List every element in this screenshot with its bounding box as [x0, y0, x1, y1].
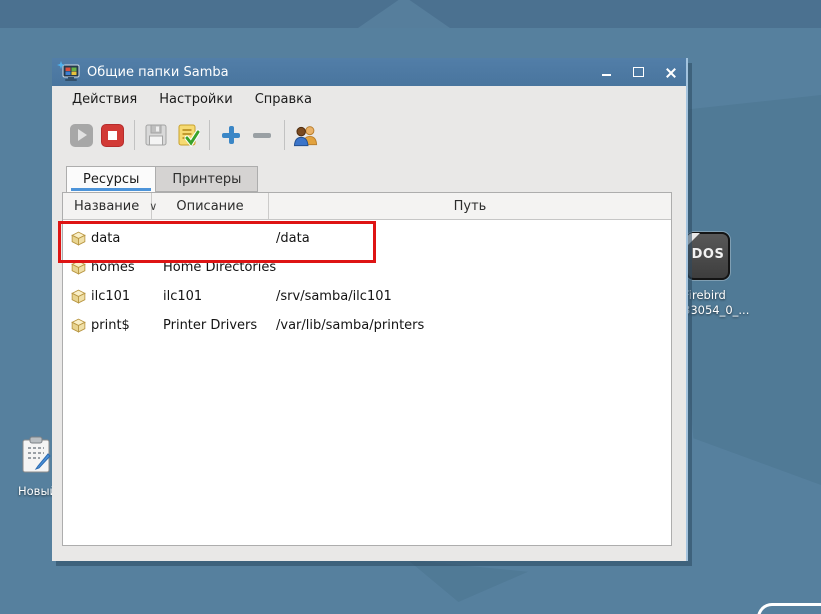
menu-bar: Действия Настройки Справка — [52, 86, 686, 113]
dos-file-icon[interactable]: DOS — [686, 232, 730, 280]
desktop-icon-label: Firebird — [683, 288, 726, 302]
share-description: ilc101 — [163, 289, 203, 304]
start-service-button[interactable] — [68, 122, 94, 148]
remove-share-button[interactable] — [249, 122, 275, 148]
samba-users-button[interactable] — [293, 122, 319, 148]
table-row-ilc101[interactable]: ilc101 ilc101 /srv/samba/ilc101 — [63, 282, 671, 311]
column-label: Название — [74, 198, 140, 214]
page-fold-icon — [687, 233, 700, 246]
window-title: Общие папки Samba — [87, 64, 229, 80]
play-icon — [69, 123, 93, 147]
users-icon — [293, 126, 318, 147]
menu-actions[interactable]: Действия — [61, 87, 148, 112]
stop-icon — [100, 123, 124, 147]
share-box-icon — [71, 289, 86, 304]
close-button[interactable] — [662, 64, 678, 80]
column-label: Описание — [176, 198, 244, 214]
tab-resources[interactable]: Ресурсы — [66, 166, 157, 192]
minus-icon — [253, 132, 271, 138]
toolbar-separator — [134, 120, 135, 150]
note-check-icon — [178, 124, 200, 147]
desktop: DOS Firebird 33054_0_... Новый ф Общие п… — [0, 0, 821, 614]
share-box-icon — [71, 318, 86, 333]
table-header: Название ∨ Описание Путь — [63, 193, 671, 220]
close-icon — [665, 67, 676, 78]
desktop-icon-firebird[interactable]: DOS Firebird 33054_0_... — [683, 232, 773, 318]
minimize-icon — [601, 74, 611, 76]
samba-app-icon — [57, 61, 80, 81]
share-path: /srv/samba/ilc101 — [276, 289, 392, 304]
tab-bar: Ресурсы Принтеры — [66, 166, 259, 192]
toolbar-separator — [284, 120, 285, 150]
stop-service-button[interactable] — [99, 122, 125, 148]
tab-label: Ресурсы — [83, 172, 140, 187]
dos-badge-text: DOS — [691, 247, 725, 262]
desktop-icon-label: 33054_0_... — [683, 303, 750, 317]
floppy-icon — [145, 124, 167, 146]
tab-printers[interactable]: Принтеры — [156, 166, 259, 192]
share-name: ilc101 — [91, 289, 131, 304]
minimize-button[interactable] — [598, 64, 614, 80]
column-header-description[interactable]: Описание — [152, 193, 269, 219]
column-header-name[interactable]: Название ∨ — [63, 193, 157, 219]
table-row-print[interactable]: print$ Printer Drivers /var/lib/samba/pr… — [63, 311, 671, 340]
add-share-button[interactable] — [218, 122, 244, 148]
toolbar — [52, 113, 686, 157]
tab-label: Принтеры — [172, 171, 242, 187]
share-path: /var/lib/samba/printers — [276, 318, 425, 333]
samba-shares-window: Общие папки Samba Действия Настройки Спр… — [52, 58, 688, 561]
toolbar-separator — [209, 120, 210, 150]
plus-icon — [221, 125, 241, 145]
column-header-path[interactable]: Путь — [269, 193, 671, 219]
apply-changes-button[interactable] — [174, 122, 200, 148]
column-label: Путь — [453, 198, 487, 214]
notepad-pencil-icon[interactable] — [18, 436, 54, 474]
save-button[interactable] — [143, 122, 169, 148]
menu-settings[interactable]: Настройки — [148, 87, 243, 112]
window-titlebar[interactable]: Общие папки Samba — [52, 58, 686, 86]
highlight-rectangle — [58, 221, 376, 263]
share-name: print$ — [91, 318, 130, 333]
wallpaper-polygon — [408, 560, 528, 602]
panel-corner-outline — [757, 603, 821, 614]
maximize-button[interactable] — [630, 64, 646, 80]
maximize-icon — [632, 67, 644, 77]
menu-help[interactable]: Справка — [244, 87, 323, 112]
share-description: Printer Drivers — [163, 318, 258, 333]
